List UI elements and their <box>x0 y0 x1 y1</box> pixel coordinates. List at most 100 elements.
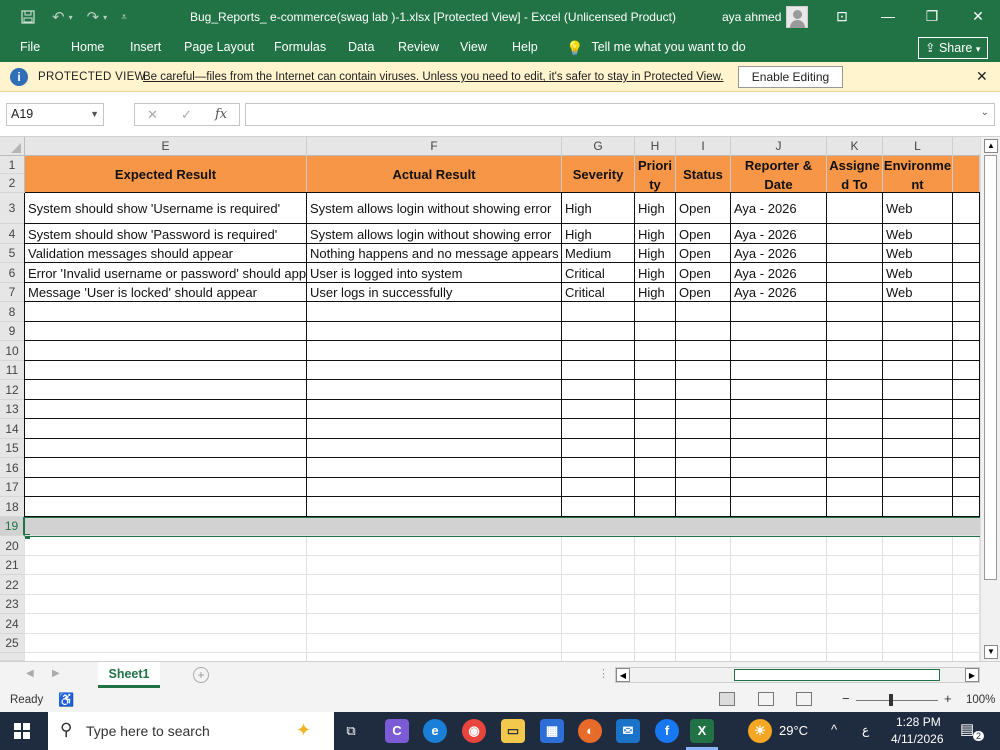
cell-priority[interactable]: High <box>635 225 676 244</box>
row-header[interactable]: 20 <box>0 536 25 556</box>
cell-environment[interactable]: Web <box>883 225 953 244</box>
cell-actual[interactable]: System allows login without showing erro… <box>307 199 562 218</box>
formula-input[interactable]: ⌄ <box>245 103 995 126</box>
column-header-k[interactable]: K <box>827 137 883 156</box>
tab-insert[interactable]: Insert <box>130 40 161 54</box>
windows-start-icon[interactable] <box>14 723 30 739</box>
column-header-i[interactable]: I <box>676 137 731 156</box>
header-assigned-to[interactable]: Assigne d To <box>827 156 883 193</box>
row-header[interactable]: 15 <box>0 439 25 458</box>
cell-status[interactable]: Open <box>676 225 731 244</box>
redo-icon[interactable]: ↷ <box>87 8 100 26</box>
header-actual-result[interactable]: Actual Result <box>307 156 562 193</box>
cell-priority[interactable]: High <box>635 264 676 283</box>
insert-function-icon[interactable]: fx <box>215 107 227 122</box>
row-header[interactable]: 7 <box>0 283 25 302</box>
vertical-scroll-thumb[interactable] <box>984 155 997 580</box>
cell-expected[interactable]: System should show 'Password is required… <box>25 225 307 244</box>
sheet-next-icon[interactable]: ▶ <box>52 668 60 679</box>
copilot-icon[interactable]: C <box>385 719 409 743</box>
chevron-down-icon[interactable]: ▼ <box>90 104 99 125</box>
row-header[interactable]: 17 <box>0 478 25 497</box>
tab-help[interactable]: Help <box>512 40 538 54</box>
cell-status[interactable]: Open <box>676 199 731 218</box>
clock-time[interactable]: 1:28 PM <box>896 715 941 729</box>
column-header-f[interactable]: F <box>307 137 562 156</box>
row-header[interactable]: 1 <box>0 156 25 174</box>
row-header[interactable]: 21 <box>0 556 25 575</box>
zoom-out-icon[interactable]: − <box>842 691 850 706</box>
scroll-down-icon[interactable]: ▼ <box>984 645 998 659</box>
cell-severity[interactable]: Critical <box>562 283 635 302</box>
cell-expected[interactable]: Validation messages should appear <box>25 244 307 263</box>
tab-review[interactable]: Review <box>398 40 439 54</box>
weather-temp[interactable]: 29°C <box>779 723 808 738</box>
store-icon[interactable]: ▦ <box>540 719 564 743</box>
zoom-slider-knob[interactable] <box>889 694 893 706</box>
column-header-g[interactable]: G <box>562 137 635 156</box>
close-icon[interactable]: ✕ <box>966 6 990 26</box>
share-button[interactable]: ⇪ Share ▾ <box>918 37 988 59</box>
cell-reporter[interactable]: Aya - 2026 <box>731 264 827 283</box>
vertical-scrollbar[interactable]: ▲ ▼ <box>980 137 1000 661</box>
split-handle-icon[interactable]: ⋮ <box>598 667 609 680</box>
cell-actual[interactable]: User logs in successfully <box>307 283 562 302</box>
undo-dropdown-icon[interactable]: ▾ <box>69 13 73 22</box>
restore-icon[interactable]: ❐ <box>920 6 944 26</box>
edge-icon[interactable]: e <box>423 719 447 743</box>
language-indicator[interactable]: ع <box>862 723 869 737</box>
row-header[interactable]: 14 <box>0 419 25 439</box>
cell-actual[interactable]: Nothing happens and no message appears <box>307 244 562 263</box>
cell-environment[interactable]: Web <box>883 283 953 302</box>
scroll-left-icon[interactable]: ◀ <box>616 668 630 682</box>
cell-severity[interactable]: High <box>562 225 635 244</box>
redo-dropdown-icon[interactable]: ▾ <box>103 13 107 22</box>
cell-reporter[interactable]: Aya - 2026 <box>731 199 827 218</box>
tab-file[interactable]: File <box>20 40 40 54</box>
save-icon[interactable] <box>20 9 36 25</box>
facebook-icon[interactable]: f <box>655 719 679 743</box>
page-break-view-icon[interactable] <box>796 692 812 706</box>
column-header-e[interactable]: E <box>25 137 307 156</box>
excel-taskbar-icon[interactable]: X <box>690 719 714 743</box>
header-reporter-date[interactable]: Reporter & Date <box>731 156 827 193</box>
outlook-icon[interactable]: ✉ <box>616 719 640 743</box>
ribbon-display-icon[interactable]: ⊡ <box>830 6 854 26</box>
row-header[interactable]: 3 <box>0 193 25 224</box>
column-header-j[interactable]: J <box>731 137 827 156</box>
horizontal-scrollbar[interactable]: ◀ ▶ <box>615 667 980 683</box>
select-all-button[interactable] <box>0 137 25 156</box>
cell-actual[interactable]: User is logged into system <box>307 264 562 283</box>
name-box[interactable]: A19 ▼ <box>6 103 104 126</box>
cell-expected[interactable]: System should show 'Username is required… <box>25 199 307 218</box>
row-header-partial[interactable] <box>0 653 25 661</box>
cell-reporter[interactable]: Aya - 2026 <box>731 244 827 263</box>
cell-environment[interactable]: Web <box>883 244 953 263</box>
row-header[interactable]: 5 <box>0 244 25 263</box>
row-header[interactable]: 11 <box>0 361 25 380</box>
task-view-icon[interactable]: ⧉ <box>339 719 363 743</box>
column-header-l[interactable]: L <box>883 137 953 156</box>
zoom-slider[interactable] <box>856 700 938 701</box>
cell-status[interactable]: Open <box>676 264 731 283</box>
row-header[interactable]: 13 <box>0 400 25 419</box>
expand-formula-bar-icon[interactable]: ⌄ <box>981 107 989 118</box>
sheet-prev-icon[interactable]: ◀ <box>26 668 34 679</box>
sheet-tab[interactable]: Sheet1 <box>98 662 160 688</box>
row-header[interactable]: 16 <box>0 458 25 478</box>
header-empty[interactable] <box>953 156 980 193</box>
header-status[interactable]: Status <box>676 156 731 193</box>
user-name[interactable]: aya ahmed <box>722 10 781 24</box>
cell-severity[interactable]: Medium <box>562 244 635 263</box>
scroll-right-icon[interactable]: ▶ <box>965 668 979 682</box>
zoom-in-icon[interactable]: + <box>944 691 952 706</box>
weather-icon[interactable]: ☀ <box>748 719 772 743</box>
avatar[interactable] <box>786 6 808 28</box>
tab-page-layout[interactable]: Page Layout <box>184 40 254 54</box>
add-sheet-icon[interactable]: + <box>193 667 209 683</box>
row-header[interactable]: 4 <box>0 224 25 244</box>
cell-severity[interactable]: Critical <box>562 264 635 283</box>
cell-severity[interactable]: High <box>562 199 635 218</box>
cell-expected[interactable]: Error 'Invalid username or password' sho… <box>25 264 307 283</box>
horizontal-scroll-thumb[interactable] <box>734 669 940 681</box>
